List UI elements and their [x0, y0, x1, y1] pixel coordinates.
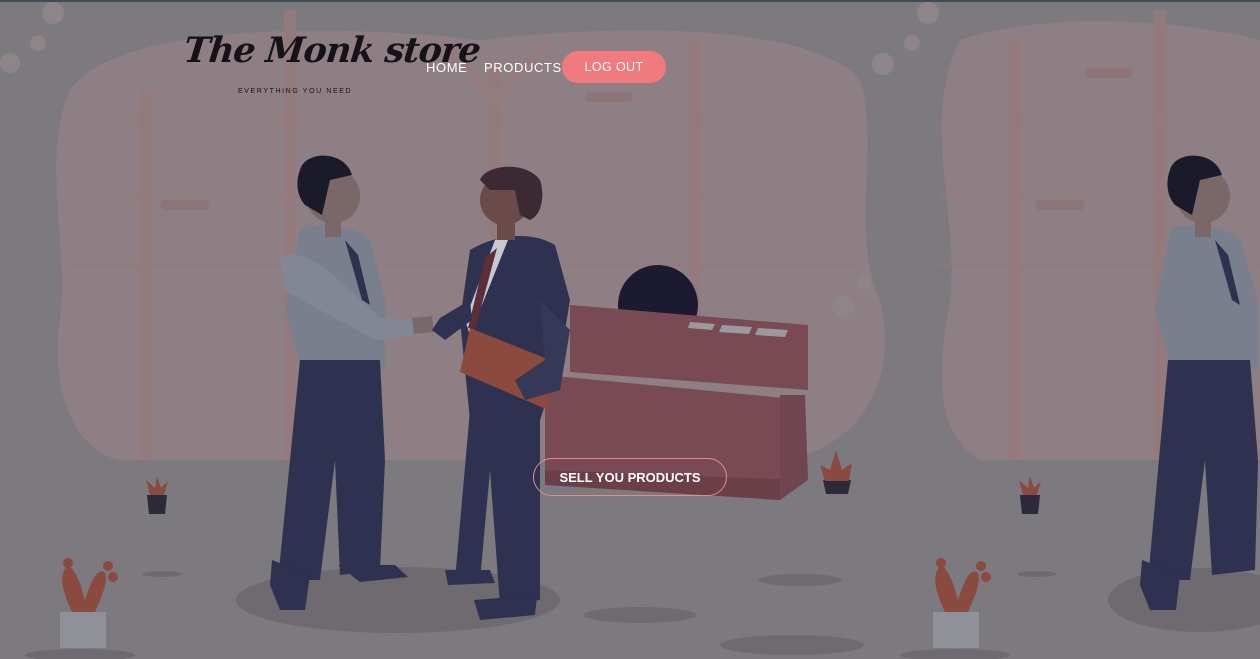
sell-products-button[interactable]: SELL YOU PRODUCTS [533, 458, 727, 496]
nav-home-link[interactable]: HOME [426, 60, 467, 75]
brand-tagline: EVERYTHING YOU NEED [238, 88, 353, 95]
brand-logo[interactable]: The Monk store EVERYTHING YOU NEED [182, 30, 482, 100]
navbar: The Monk store EVERYTHING YOU NEED HOME … [0, 0, 1260, 110]
nav-products-link[interactable]: PRODUCTS [484, 60, 562, 75]
floor-shadows [25, 567, 1260, 659]
logout-button[interactable]: LOG OUT [562, 51, 666, 83]
